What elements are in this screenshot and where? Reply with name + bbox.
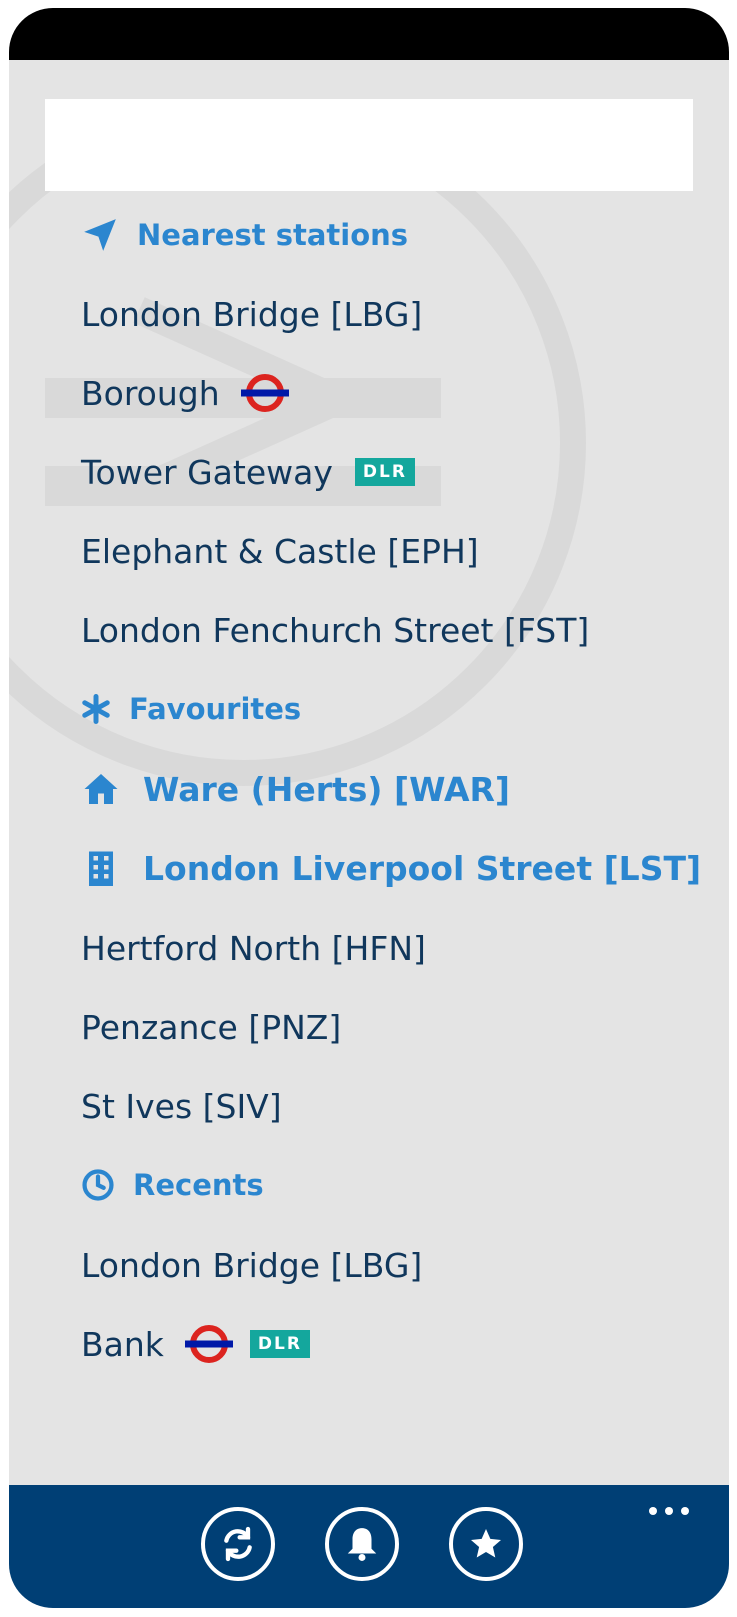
station-name: Tower Gateway [81,452,333,492]
recents-header: Recents [81,1168,264,1202]
station-name: Elephant & Castle [EPH] [81,531,479,571]
star-icon [471,1529,501,1558]
nearest-station-row[interactable]: Borough [81,363,290,423]
home-icon [81,769,121,809]
favourite-station-row[interactable]: St Ives [SIV] [81,1076,282,1136]
refresh-icon [224,1526,252,1562]
dlr-badge: DLR [249,1330,310,1358]
refresh-button[interactable] [201,1507,275,1581]
station-name: Penzance [PNZ] [81,1007,342,1047]
favourite-work-row[interactable]: London Liverpool Street [LST] [81,838,701,898]
favourite-home-row[interactable]: Ware (Herts) [WAR] [81,759,510,819]
station-name: London Fenchurch Street [FST] [81,610,590,650]
ellipsis-icon [665,1507,673,1515]
favourite-button[interactable] [449,1507,523,1581]
station-name: Ware (Herts) [WAR] [143,769,511,809]
underground-roundel-icon [240,374,289,412]
phone-screen: Nearest stations London Bridge [LBG] Bor… [9,8,729,1608]
ellipsis-icon [649,1507,657,1515]
recent-station-row[interactable]: Bank DLR [81,1314,310,1374]
nearest-station-row[interactable]: Tower Gateway DLR [81,442,415,502]
favourites-header: Favourites [81,692,301,726]
clock-icon [81,1168,115,1202]
station-name: Borough [81,373,220,413]
more-options-button[interactable] [645,1503,693,1519]
nearest-stations-title: Nearest stations [137,218,409,252]
bell-icon [347,1528,377,1561]
station-search-input[interactable] [45,99,693,191]
station-name: London Bridge [LBG] [81,1245,423,1285]
nearest-station-row[interactable]: London Bridge [LBG] [81,284,422,344]
station-name: London Liverpool Street [LST] [143,848,702,888]
underground-roundel-icon [184,1325,233,1363]
favourites-title: Favourites [129,692,302,726]
recent-station-row[interactable]: London Bridge [LBG] [81,1235,422,1295]
station-name: London Bridge [LBG] [81,294,423,334]
favourite-station-row[interactable]: Penzance [PNZ] [81,997,341,1057]
station-name: Hertford North [HFN] [81,928,426,968]
favourite-station-row[interactable]: Hertford North [HFN] [81,918,426,978]
location-arrow-icon [81,216,119,254]
app-bar [9,1485,729,1608]
asterisk-icon [81,694,111,724]
nearest-station-row[interactable]: Elephant & Castle [EPH] [81,521,479,581]
nearest-stations-header: Nearest stations [81,216,408,254]
recents-title: Recents [133,1168,264,1202]
dlr-badge: DLR [354,458,415,486]
status-bar [9,8,729,60]
building-icon [81,848,121,888]
nearest-station-row[interactable]: London Fenchurch Street [FST] [81,600,589,660]
station-name: Bank [81,1324,164,1364]
alerts-button[interactable] [325,1507,399,1581]
ellipsis-icon [681,1507,689,1515]
station-name: St Ives [SIV] [81,1086,282,1126]
